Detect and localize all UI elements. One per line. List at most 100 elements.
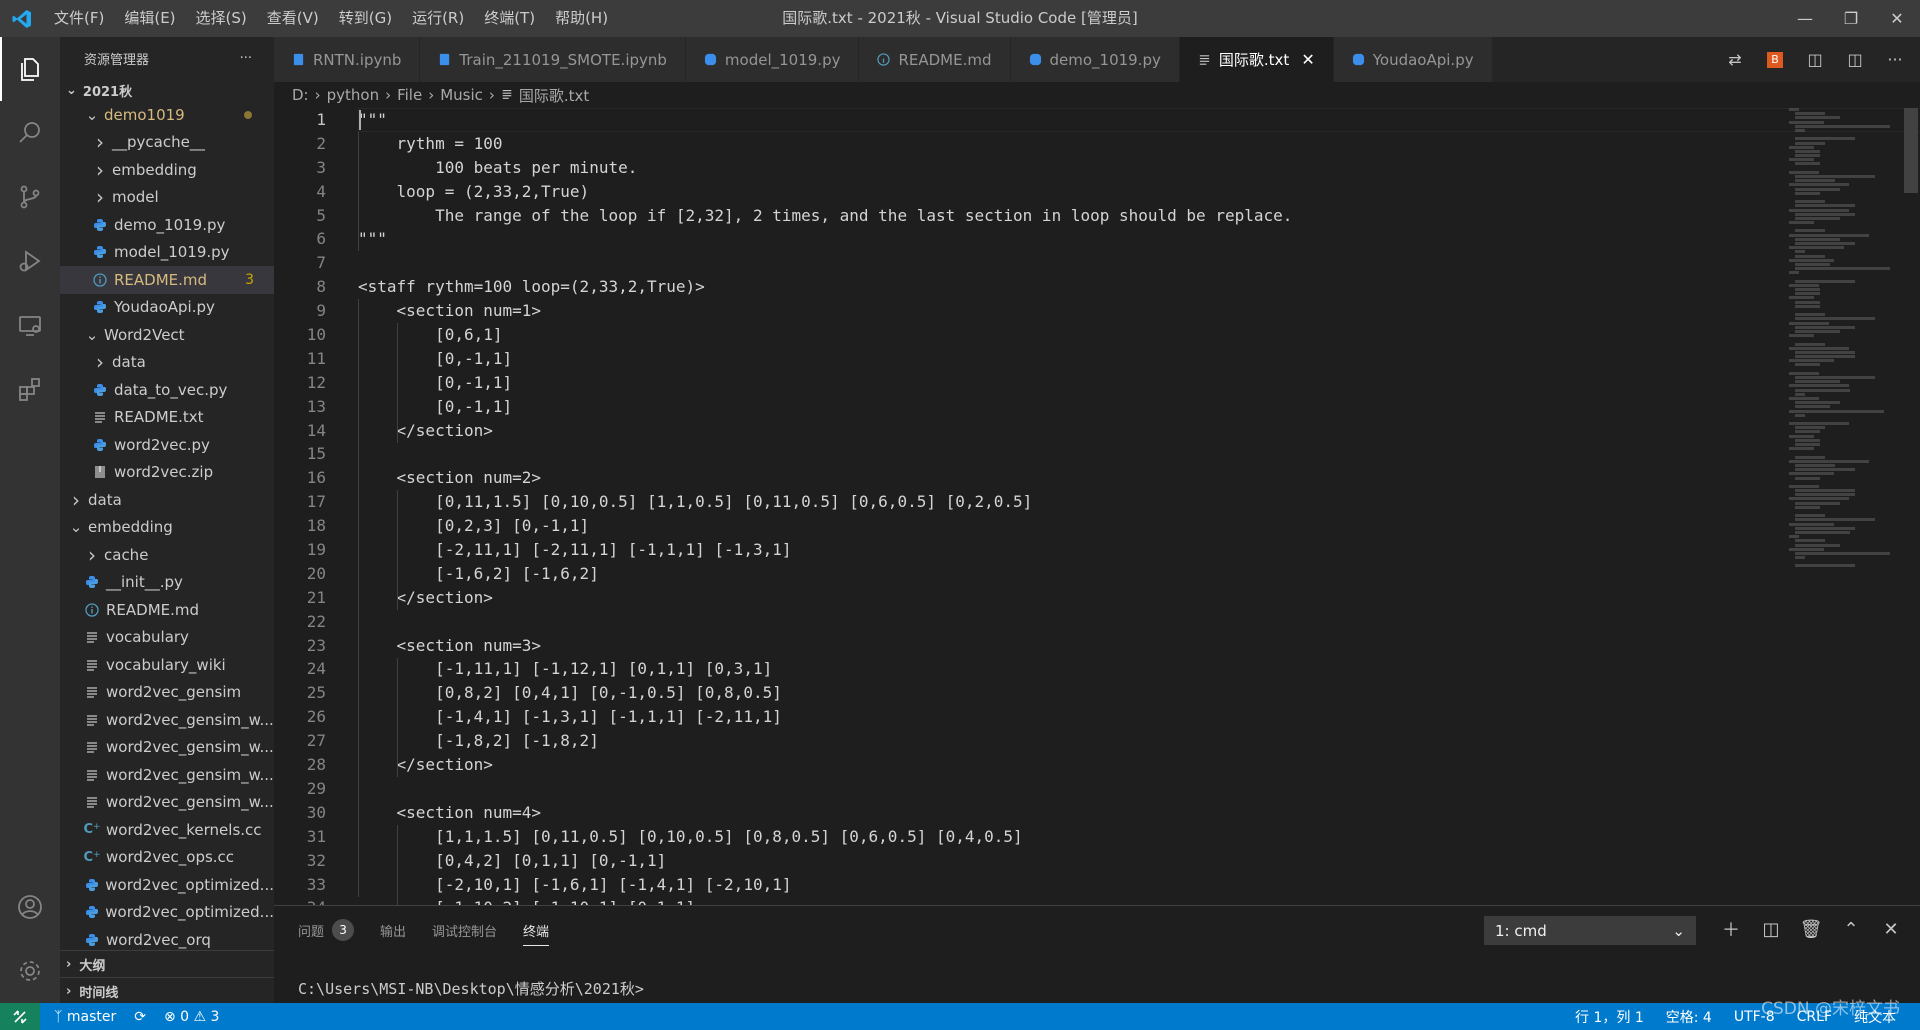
- sync-icon[interactable]: ⟳: [134, 1009, 146, 1025]
- code-line[interactable]: [-1,8,2] [-1,8,2]: [358, 729, 1292, 753]
- tree-file[interactable]: word2vec_optimized...: [60, 871, 274, 899]
- code-content[interactable]: """ rythm = 100 100 beats per minute. lo…: [358, 108, 1292, 905]
- remote-explorer-icon[interactable]: [0, 293, 60, 357]
- tree-file[interactable]: word2vec_gensim_w...: [60, 734, 274, 762]
- cursor-position[interactable]: 行 1，列 1: [1575, 1007, 1644, 1027]
- code-line[interactable]: [0,2,3] [0,-1,1]: [358, 514, 1292, 538]
- breadcrumb-item[interactable]: 国际歌.txt: [519, 85, 589, 106]
- code-line[interactable]: <staff rythm=100 loop=(2,33,2,True)>: [358, 275, 1292, 299]
- new-terminal-icon[interactable]: ＋: [1720, 918, 1742, 941]
- code-line[interactable]: <section num=4>: [358, 801, 1292, 825]
- editor-tab[interactable]: demo_1019.py: [1010, 37, 1180, 82]
- code-line[interactable]: [0,-1,1]: [358, 395, 1292, 419]
- tree-folder[interactable]: › data: [60, 349, 274, 377]
- code-line[interactable]: </section>: [358, 753, 1292, 777]
- tree-folder[interactable]: ⌄ embedding: [60, 514, 274, 542]
- more-actions-icon[interactable]: ···: [240, 51, 252, 66]
- menu-item[interactable]: 帮助(H): [545, 0, 618, 37]
- tree-file[interactable]: YoudaoApi.py: [60, 294, 274, 322]
- editor-tab[interactable]: RNTN.ipynb: [274, 37, 421, 82]
- more-actions-icon[interactable]: ···: [1884, 49, 1906, 71]
- split-editor-icon[interactable]: ◫: [1844, 49, 1866, 71]
- tree-file[interactable]: model_1019.py: [60, 239, 274, 267]
- open-changes-icon[interactable]: ⇄: [1724, 49, 1746, 71]
- code-line[interactable]: 100 beats per minute.: [358, 156, 1292, 180]
- run-debug-icon[interactable]: [0, 229, 60, 293]
- vertical-scrollbar[interactable]: [1904, 108, 1918, 193]
- breadcrumb-item[interactable]: Music: [440, 86, 483, 104]
- tree-file[interactable]: word2vec.zip: [60, 459, 274, 487]
- code-line[interactable]: [-1,6,2] [-1,6,2]: [358, 562, 1292, 586]
- panel-tab[interactable]: 输出: [380, 918, 406, 942]
- minimap[interactable]: [1789, 108, 1909, 668]
- tree-file[interactable]: demo_1019.py: [60, 211, 274, 239]
- problems-indicator[interactable]: ⊗ 0 ⚠ 3: [164, 1009, 220, 1025]
- tree-file[interactable]: vocabulary: [60, 624, 274, 652]
- tree-folder[interactable]: › model: [60, 184, 274, 212]
- menu-item[interactable]: 终端(T): [474, 0, 545, 37]
- code-line[interactable]: [0,11,1.5] [0,10,0.5] [1,1,0.5] [0,11,0.…: [358, 490, 1292, 514]
- tree-file[interactable]: word2vec_gensim_w...: [60, 789, 274, 817]
- search-icon[interactable]: [0, 101, 60, 165]
- outline-section[interactable]: › 大纲: [60, 950, 274, 977]
- code-line[interactable]: [-1,11,1] [-1,12,1] [0,1,1] [0,3,1]: [358, 657, 1292, 681]
- menu-item[interactable]: 查看(V): [257, 0, 329, 37]
- tree-file[interactable]: __init__.py: [60, 569, 274, 597]
- menu-item[interactable]: 选择(S): [186, 0, 257, 37]
- remote-indicator-icon[interactable]: [0, 1003, 40, 1030]
- terminal-selector[interactable]: 1: cmd ⌄: [1484, 916, 1696, 945]
- code-line[interactable]: [-1,10,2] [-1,10,1] [0,1,1]: [358, 896, 1292, 905]
- code-line[interactable]: [0,-1,1]: [358, 347, 1292, 371]
- tree-file[interactable]: word2vec_gensim: [60, 679, 274, 707]
- code-line[interactable]: [358, 442, 1292, 466]
- account-icon[interactable]: [0, 875, 60, 939]
- code-line[interactable]: [-2,10,1] [-1,6,1] [-1,4,1] [-2,10,1]: [358, 873, 1292, 897]
- code-line[interactable]: <section num=2>: [358, 466, 1292, 490]
- indentation[interactable]: 空格: 4: [1666, 1007, 1712, 1027]
- tree-folder[interactable]: › __pycache__: [60, 129, 274, 157]
- code-line[interactable]: [-1,4,1] [-1,3,1] [-1,1,1] [-2,11,1]: [358, 705, 1292, 729]
- code-line[interactable]: [0,8,2] [0,4,1] [0,-1,0.5] [0,8,0.5]: [358, 681, 1292, 705]
- close-tab-icon[interactable]: ✕: [1301, 50, 1314, 69]
- code-line[interactable]: [0,4,2] [0,1,1] [0,-1,1]: [358, 849, 1292, 873]
- code-line[interactable]: [0,6,1]: [358, 323, 1292, 347]
- code-line[interactable]: [358, 610, 1292, 634]
- editor-tab[interactable]: model_1019.py: [685, 37, 860, 82]
- code-line[interactable]: [358, 251, 1292, 275]
- workspace-root[interactable]: ⌄ 2021秋: [60, 79, 274, 101]
- editor-tab[interactable]: 国际歌.txt ✕: [1179, 37, 1334, 82]
- breadcrumb-item[interactable]: File: [397, 86, 422, 104]
- breadcrumb-item[interactable]: python: [327, 86, 379, 104]
- tree-folder[interactable]: › cache: [60, 541, 274, 569]
- branch-indicator[interactable]: ᛉ master: [54, 1009, 116, 1025]
- maximize-panel-icon[interactable]: ⌃: [1840, 918, 1862, 940]
- settings-gear-icon[interactable]: [0, 939, 60, 1003]
- code-line[interactable]: [-2,11,1] [-2,11,1] [-1,1,1] [-1,3,1]: [358, 538, 1292, 562]
- tree-file[interactable]: word2vec_optimized...: [60, 899, 274, 927]
- code-line[interactable]: <section num=1>: [358, 299, 1292, 323]
- code-line[interactable]: [1,1,1.5] [0,11,0.5] [0,10,0.5] [0,8,0.5…: [358, 825, 1292, 849]
- editor-tab[interactable]: README.md: [859, 37, 1011, 82]
- tree-file[interactable]: README.md 3: [60, 266, 274, 294]
- tree-file[interactable]: vocabulary_wiki: [60, 651, 274, 679]
- tree-file[interactable]: word2vec.py: [60, 431, 274, 459]
- menu-item[interactable]: 运行(R): [402, 0, 474, 37]
- code-line[interactable]: """: [358, 227, 1292, 251]
- panel-tab[interactable]: 终端: [523, 918, 550, 946]
- code-editor[interactable]: 1 2 3 4 5 6 7 8 9 10 11 12 13 14 15 16 17 18 19 20 21 22 23 24 2…: [274, 108, 1920, 905]
- close-panel-icon[interactable]: ✕: [1880, 918, 1902, 940]
- extensions-icon[interactable]: [0, 357, 60, 421]
- terminal-prompt[interactable]: C:\Users\MSI-NB\Desktop\情感分析\2021秋>: [298, 978, 644, 999]
- tree-file[interactable]: README.txt: [60, 404, 274, 432]
- close-window-icon[interactable]: ✕: [1874, 0, 1920, 37]
- code-line[interactable]: """: [358, 108, 1292, 132]
- panel-tab[interactable]: 调试控制台: [432, 918, 497, 942]
- tree-file[interactable]: word2vec_gensim_w...: [60, 761, 274, 789]
- breadcrumb-item[interactable]: D:: [292, 86, 309, 104]
- split-terminal-icon[interactable]: ◫: [1760, 918, 1782, 940]
- code-line[interactable]: The range of the loop if [2,32], 2 times…: [358, 204, 1292, 228]
- source-control-icon[interactable]: [0, 165, 60, 229]
- code-line[interactable]: [0,-1,1]: [358, 371, 1292, 395]
- tree-file[interactable]: data_to_vec.py: [60, 376, 274, 404]
- tree-file[interactable]: word2vec_gensim_w...: [60, 706, 274, 734]
